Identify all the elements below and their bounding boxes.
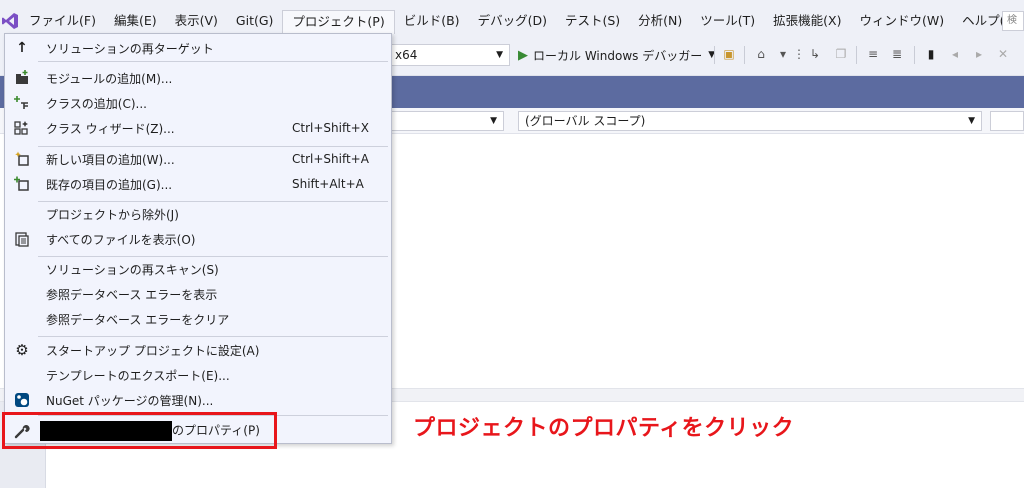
menu-item-add-new-item[interactable]: 新しい項目の追加(W)... Ctrl+Shift+A bbox=[5, 147, 391, 171]
menu-item-label: スタートアップ プロジェクトに設定(A) bbox=[46, 343, 260, 358]
menu-file[interactable]: ファイル(F) bbox=[20, 10, 105, 32]
menu-bar: ファイル(F) 編集(E) 表示(V) Git(G) プロジェクト(P) ビルド… bbox=[0, 8, 1024, 34]
indent-icon[interactable]: ↳ bbox=[808, 47, 822, 61]
global-scope-value: (グローバル スコープ) bbox=[525, 114, 646, 128]
menu-edit[interactable]: 編集(E) bbox=[105, 10, 166, 32]
run-debugger-label: ローカル Windows デバッガー bbox=[533, 48, 703, 63]
menu-item-label: プロジェクトから除外(J) bbox=[46, 207, 179, 222]
menu-view[interactable]: 表示(V) bbox=[166, 10, 227, 32]
menu-item-set-startup-project[interactable]: ⚙ スタートアップ プロジェクトに設定(A) bbox=[5, 338, 391, 362]
menu-item-shortcut: Ctrl+Shift+A bbox=[292, 152, 369, 166]
menu-separator bbox=[38, 61, 388, 62]
menu-item-manage-nuget[interactable]: NuGet パッケージの管理(N)... bbox=[5, 388, 391, 412]
menu-item-add-existing-item[interactable]: 既存の項目の追加(G)... Shift+Alt+A bbox=[5, 172, 391, 196]
menu-tools[interactable]: ツール(T) bbox=[691, 10, 764, 32]
menu-item-label: すべてのファイルを表示(O) bbox=[46, 232, 196, 247]
menu-item-shortcut: Shift+Alt+A bbox=[292, 177, 364, 191]
menu-item-add-class[interactable]: クラスの追加(C)... bbox=[5, 91, 391, 115]
menu-item-label: NuGet パッケージの管理(N)... bbox=[46, 393, 214, 408]
toolbar-separator bbox=[714, 46, 715, 64]
menu-project[interactable]: プロジェクト(P) bbox=[282, 10, 395, 34]
chevron-down-icon: ▼ bbox=[490, 116, 497, 126]
menu-item-label: 既存の項目の追加(G)... bbox=[46, 177, 173, 192]
toolbar-separator bbox=[856, 46, 857, 64]
up-arrow-icon: ↑ bbox=[16, 40, 28, 56]
nuget-icon bbox=[13, 391, 31, 409]
existing-item-icon bbox=[13, 175, 31, 193]
show-all-files-icon bbox=[13, 230, 31, 248]
menu-item-label: クラス ウィザード(Z)... bbox=[46, 121, 175, 136]
grip-icon: ⋮ bbox=[793, 47, 805, 61]
menu-item-add-module[interactable]: モジュールの追加(M)... bbox=[5, 66, 391, 90]
next-bookmark-icon[interactable]: ▸ bbox=[972, 47, 986, 61]
menu-extensions[interactable]: 拡張機能(X) bbox=[764, 10, 850, 32]
add-module-icon bbox=[13, 69, 31, 87]
run-debugger-button[interactable]: ▶ ローカル Windows デバッガー ▼ bbox=[518, 44, 715, 66]
copy-icon[interactable]: ❐ bbox=[834, 47, 848, 61]
chevron-down-icon: ▼ bbox=[496, 50, 503, 60]
add-class-icon bbox=[13, 94, 31, 112]
menu-item-label: 参照データベース エラーをクリア bbox=[46, 312, 230, 327]
menu-item-label: クラスの追加(C)... bbox=[46, 96, 147, 111]
class-wizard-icon bbox=[13, 119, 31, 137]
prev-bookmark-icon[interactable]: ◂ bbox=[948, 47, 962, 61]
platform-value: x64 bbox=[395, 48, 418, 62]
menu-debug[interactable]: デバッグ(D) bbox=[469, 10, 556, 32]
menu-window[interactable]: ウィンドウ(W) bbox=[850, 10, 953, 32]
menu-item-label: モジュールの追加(M)... bbox=[46, 71, 173, 86]
menu-separator bbox=[38, 336, 388, 337]
global-scope-combo[interactable]: (グローバル スコープ) ▼ bbox=[518, 111, 982, 131]
uncomment-icon[interactable]: ≣ bbox=[890, 47, 904, 61]
menu-item-show-browse-db-errors[interactable]: 参照データベース エラーを表示 bbox=[5, 282, 391, 306]
project-menu-dropdown: ↑ ソリューションの再ターゲット モジュールの追加(M)... クラスの追加(C… bbox=[4, 33, 392, 444]
menu-analyze[interactable]: 分析(N) bbox=[629, 10, 691, 32]
menu-item-clear-browse-db-errors[interactable]: 参照データベース エラーをクリア bbox=[5, 307, 391, 331]
play-icon: ▶ bbox=[518, 47, 528, 63]
find-in-files-icon[interactable]: ▣ bbox=[722, 47, 736, 61]
menu-git[interactable]: Git(G) bbox=[227, 10, 283, 32]
search-input[interactable]: 検 bbox=[1002, 11, 1024, 31]
home-icon[interactable]: ⌂ bbox=[754, 47, 768, 61]
menu-item-label: ソリューションの再ターゲット bbox=[46, 41, 214, 56]
menu-item-rescan-solution[interactable]: ソリューションの再スキャン(S) bbox=[5, 257, 391, 281]
menu-item-export-template[interactable]: テンプレートのエクスポート(E)... bbox=[5, 363, 391, 387]
dropdown-arrow-icon[interactable]: ▾ bbox=[776, 47, 790, 61]
annotation-text: プロジェクトのプロパティをクリック bbox=[413, 416, 795, 441]
menu-build[interactable]: ビルド(B) bbox=[395, 10, 469, 32]
visual-studio-logo-icon[interactable] bbox=[0, 8, 20, 34]
title-bar bbox=[0, 0, 1024, 8]
comment-icon[interactable]: ≡ bbox=[866, 47, 880, 61]
menu-item-label: ソリューションの再スキャン(S) bbox=[46, 262, 219, 277]
toolbar-separator bbox=[914, 46, 915, 64]
chevron-down-icon: ▼ bbox=[968, 116, 975, 126]
menu-item-label: 新しい項目の追加(W)... bbox=[46, 152, 175, 167]
menu-item-class-wizard[interactable]: クラス ウィザード(Z)... Ctrl+Shift+X bbox=[5, 116, 391, 140]
toolbar-separator bbox=[744, 46, 745, 64]
clear-bookmarks-icon[interactable]: ✕ bbox=[996, 47, 1010, 61]
menu-item-exclude-from-project[interactable]: プロジェクトから除外(J) bbox=[5, 202, 391, 226]
menu-item-label: テンプレートのエクスポート(E)... bbox=[46, 368, 230, 383]
menu-item-show-all-files[interactable]: すべてのファイルを表示(O) bbox=[5, 227, 391, 251]
menu-item-shortcut: Ctrl+Shift+X bbox=[292, 121, 369, 135]
member-combo[interactable] bbox=[990, 111, 1024, 131]
menu-item-label: 参照データベース エラーを表示 bbox=[46, 287, 218, 302]
new-item-icon bbox=[13, 150, 31, 168]
menu-test[interactable]: テスト(S) bbox=[556, 10, 629, 32]
highlight-box bbox=[2, 412, 277, 449]
platform-combo[interactable]: x64 ▼ bbox=[390, 44, 510, 66]
menu-item-retarget-solution[interactable]: ↑ ソリューションの再ターゲット bbox=[5, 36, 391, 60]
gear-icon: ⚙ bbox=[15, 341, 29, 359]
bookmark-icon[interactable]: ▮ bbox=[924, 47, 938, 61]
